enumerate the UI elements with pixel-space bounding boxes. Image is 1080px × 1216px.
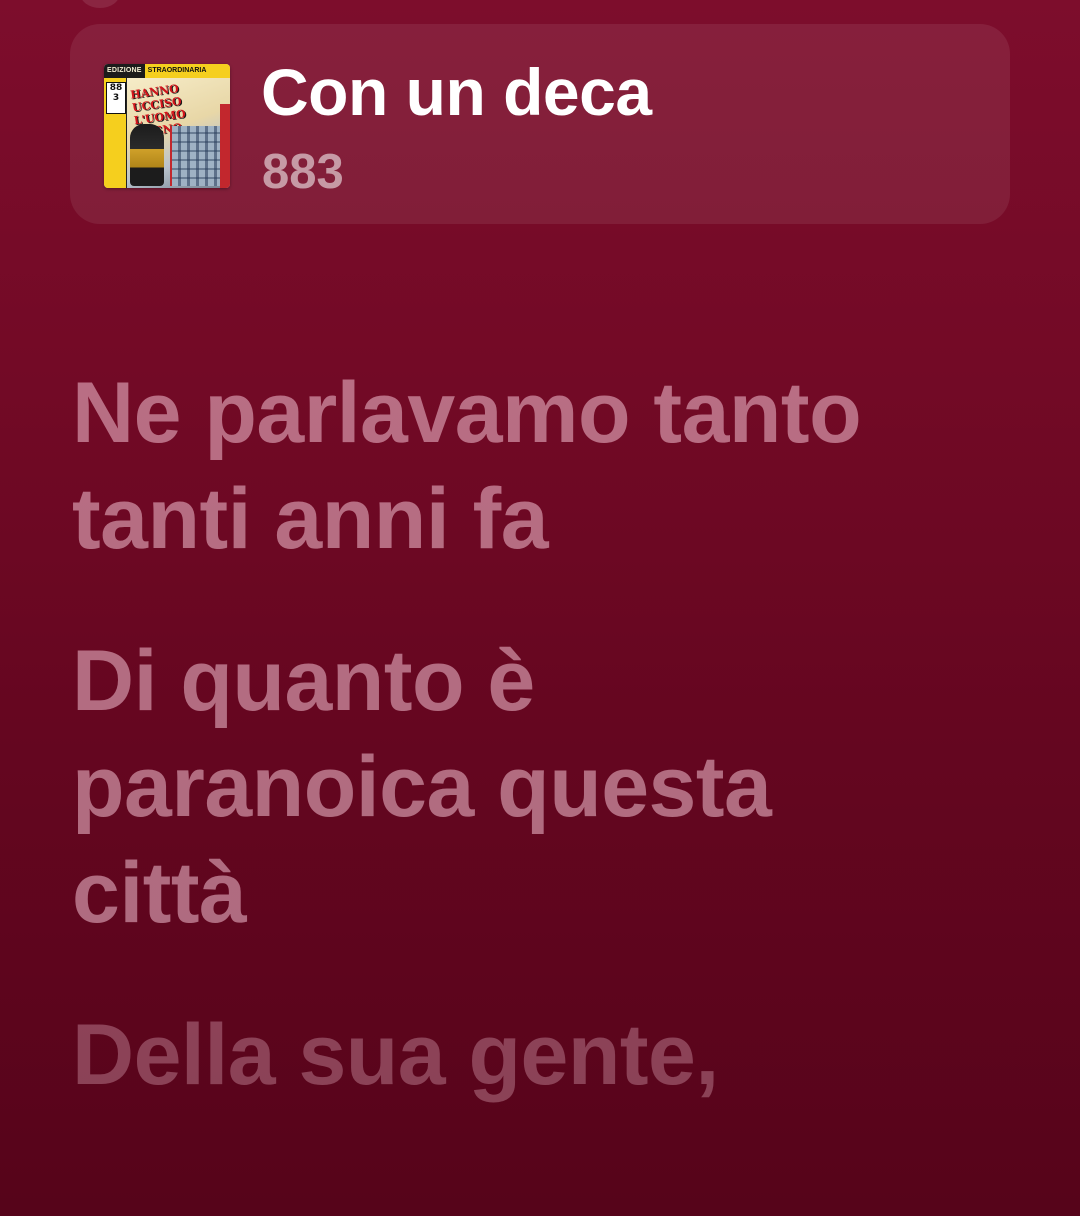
lyrics-view[interactable]: Ne parlavamo tanto tanti anni fa Di quan… xyxy=(72,360,1052,1164)
artwork-figure xyxy=(130,124,164,186)
sheet-handle[interactable] xyxy=(80,0,120,8)
artwork-header-left: EDIZIONE xyxy=(104,64,145,78)
artwork-accent xyxy=(220,104,230,188)
now-playing-card[interactable]: EDIZIONE STRAORDINARIA 883 HANNO UCCISO … xyxy=(70,24,1010,224)
lyric-line[interactable]: Della sua gente, xyxy=(72,1002,1052,1108)
album-artwork[interactable]: EDIZIONE STRAORDINARIA 883 HANNO UCCISO … xyxy=(104,64,230,188)
artwork-badge: 883 xyxy=(106,82,126,114)
lyric-line[interactable]: Di quanto è paranoica questa città xyxy=(72,628,1052,946)
artist-name[interactable]: 883 xyxy=(262,144,344,200)
lyric-line[interactable]: Ne parlavamo tanto tanti anni fa xyxy=(72,360,1052,572)
artwork-header: EDIZIONE STRAORDINARIA xyxy=(104,64,230,78)
song-title: Con un deca xyxy=(261,55,652,129)
